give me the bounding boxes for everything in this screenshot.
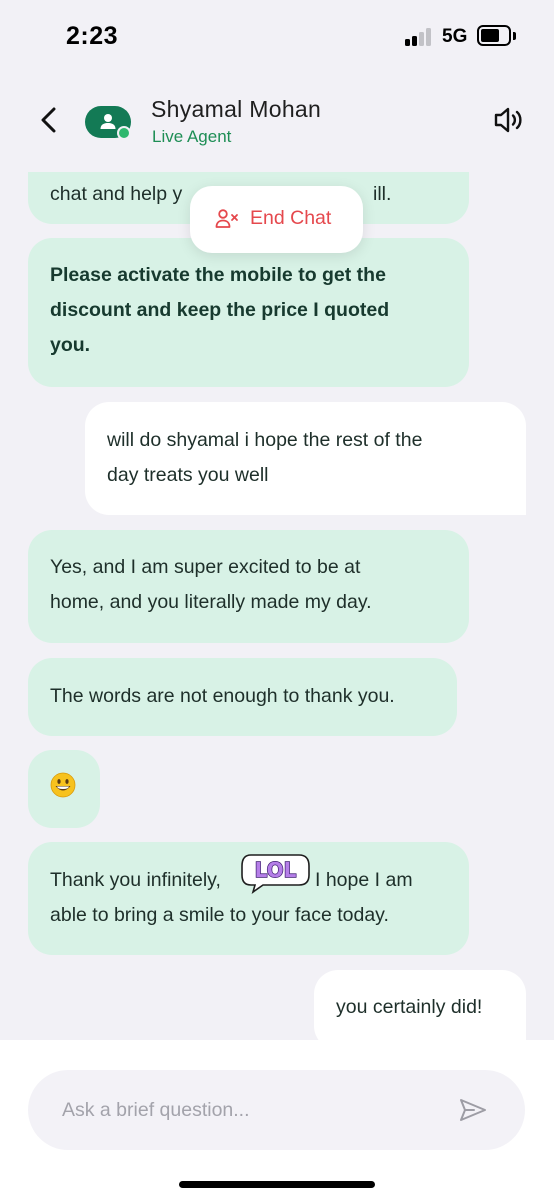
message-line: Yes, and I am super excited to be at <box>50 556 361 578</box>
message-line: will do shyamal i hope the rest of the <box>107 429 423 451</box>
question-input-container <box>28 1070 525 1150</box>
send-button[interactable] <box>458 1097 488 1123</box>
message-line: you. <box>50 334 91 356</box>
message-agent: The words are not enough to thank you. <box>28 658 457 736</box>
speaker-button[interactable] <box>493 105 525 135</box>
end-chat-button[interactable]: End Chat <box>190 186 363 253</box>
status-time: 2:23 <box>66 22 119 50</box>
send-icon <box>460 1099 486 1121</box>
battery-icon <box>477 25 511 46</box>
online-status-dot <box>117 126 131 140</box>
message-text: Thank you infinitely, <box>50 869 221 891</box>
agent-name: Shyamal Mohan <box>151 96 322 122</box>
message-agent: Please activate the mobile to get the di… <box>28 238 469 387</box>
message-text: chat and help y <box>50 183 183 205</box>
message-line: day treats you well <box>107 464 269 486</box>
message-line: you certainly did! <box>336 996 483 1018</box>
message-user: you certainly did! <box>314 970 526 1040</box>
status-bar: 2:23 5G <box>0 0 554 72</box>
battery-nub <box>513 32 516 40</box>
home-indicator <box>179 1181 375 1188</box>
message-text: I hope I am <box>315 869 413 891</box>
message-text: ill. <box>373 183 392 205</box>
message-line: home, and you literally made my day. <box>50 591 372 613</box>
end-chat-label: End Chat <box>250 207 332 229</box>
lol-sticker-text: LOL <box>255 858 297 882</box>
lol-sticker: LOL <box>241 854 310 894</box>
chat-header: Shyamal Mohan Live Agent <box>0 72 554 172</box>
question-input[interactable] <box>62 1094 442 1126</box>
message-text: able to bring a smile to your face today… <box>50 904 389 926</box>
message-line: The words are not enough to thank you. <box>50 685 395 707</box>
back-button[interactable] <box>36 106 62 134</box>
message-composer <box>0 1040 554 1200</box>
message-line: discount and keep the price I quoted <box>50 299 390 321</box>
battery-level <box>481 29 499 42</box>
agent-status: Live Agent <box>152 127 232 146</box>
chevron-left-icon <box>41 107 56 133</box>
message-line: Please activate the mobile to get the <box>50 264 386 286</box>
message-agent: Yes, and I am super excited to be at hom… <box>28 530 469 643</box>
network-type: 5G <box>442 26 468 47</box>
user-x-icon <box>215 209 238 228</box>
grinning-face-emoji <box>50 772 76 798</box>
cellular-signal-icon <box>405 28 435 46</box>
message-user: will do shyamal i hope the rest of the d… <box>85 402 526 515</box>
chat-messages[interactable]: chat and help y ill. Please activate the… <box>0 172 554 1040</box>
speaker-icon <box>494 107 522 133</box>
